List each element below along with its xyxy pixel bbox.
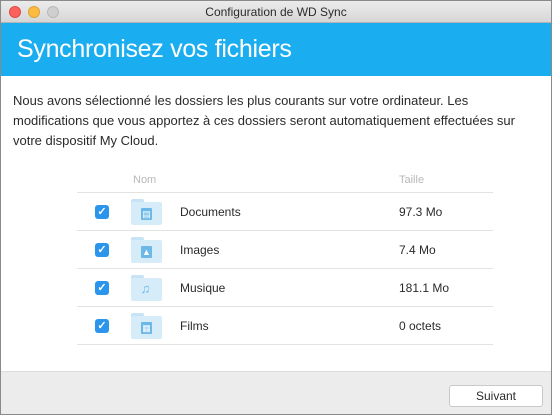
page-title: Synchronisez vos fichiers: [17, 35, 292, 63]
images-checkbox[interactable]: ✓: [95, 243, 109, 257]
folder-size: 7.4 Mo: [399, 243, 436, 257]
folder-name: Documents: [180, 205, 241, 219]
folder-name: Musique: [180, 281, 226, 295]
folder-size: 181.1 Mo: [399, 281, 450, 295]
folder-size: 0 octets: [399, 319, 442, 333]
intro-text: Nous avons sélectionné les dossiers les …: [13, 93, 515, 148]
header-banner: Synchronisez vos fichiers: [1, 23, 551, 76]
footer-bar: Suivant: [1, 371, 551, 414]
table-row-images: ✓ ▲ Images 7.4 Mo: [77, 231, 493, 269]
document-folder-icon: ▤: [131, 199, 162, 225]
setup-window: Configuration de WD Sync Synchronisez vo…: [0, 0, 552, 415]
window-title: Configuration de WD Sync: [205, 5, 347, 19]
folder-size: 97.3 Mo: [399, 205, 443, 219]
table-row-documents: ✓ ▤ Documents 97.3 Mo: [77, 193, 493, 231]
music-folder-icon: ♫: [131, 275, 162, 301]
music-checkbox[interactable]: ✓: [95, 281, 109, 295]
image-folder-icon: ▲: [131, 237, 162, 263]
folder-name: Films: [180, 319, 209, 333]
next-button[interactable]: Suivant: [449, 385, 543, 407]
film-folder-icon: ▦: [131, 313, 162, 339]
column-header-name: Nom: [133, 174, 157, 186]
table-row-music: ✓ ♫ Musique 181.1 Mo: [77, 269, 493, 307]
table-row-films: ✓ ▦ Films 0 octets: [77, 307, 493, 345]
column-header-size: Taille: [399, 174, 425, 186]
table-header: Nom Taille: [77, 171, 493, 193]
folder-name: Images: [180, 243, 220, 257]
folder-table: Nom Taille ✓ ▤ Documents 97.3 Mo ✓ ▲ Ima…: [77, 171, 493, 345]
documents-checkbox[interactable]: ✓: [95, 205, 109, 219]
title-bar: Configuration de WD Sync: [1, 1, 551, 23]
films-checkbox[interactable]: ✓: [95, 319, 109, 333]
